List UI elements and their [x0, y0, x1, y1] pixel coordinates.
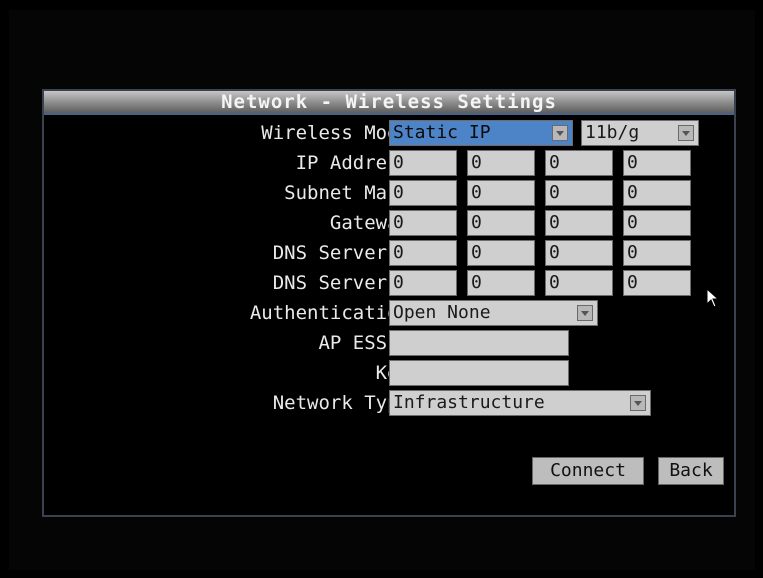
gateway-octet-3[interactable]: 0: [545, 210, 613, 236]
dns-server-1-octet-4[interactable]: 0: [623, 240, 691, 266]
chevron-down-icon[interactable]: [678, 125, 694, 141]
key-input[interactable]: [389, 360, 569, 386]
chevron-down-icon[interactable]: [552, 125, 568, 141]
subnet-mask-octet-3[interactable]: 0: [545, 180, 613, 206]
dns-server-1-octet-1[interactable]: 0: [389, 240, 457, 266]
mouse-pointer-icon: [706, 288, 720, 308]
gateway-octet-1[interactable]: 0: [389, 210, 457, 236]
dns-server-2-octet-2[interactable]: 0: [467, 270, 535, 296]
wireless-mode-value: Static IP: [393, 122, 491, 143]
band-select[interactable]: 11b/g: [581, 120, 699, 146]
network-type-value: Infrastructure: [393, 392, 545, 413]
subnet-mask-octet-1[interactable]: 0: [389, 180, 457, 206]
back-button[interactable]: Back: [658, 457, 724, 485]
chevron-down-icon[interactable]: [577, 305, 593, 321]
wireless-mode-select[interactable]: Static IP: [389, 120, 573, 146]
dialog-title: Network - Wireless Settings: [44, 91, 734, 115]
ap-essid-input[interactable]: [389, 330, 569, 356]
network-type-select[interactable]: Infrastructure: [389, 390, 651, 416]
dns-server-1-octet-3[interactable]: 0: [545, 240, 613, 266]
gateway-octet-2[interactable]: 0: [467, 210, 535, 236]
authentication-label: Authentication: [249, 302, 410, 324]
wireless-settings-dialog: Network - Wireless Settings Wireless Mod…: [42, 89, 736, 517]
ip-address-octet-1[interactable]: 0: [389, 150, 457, 176]
dns-server-1-octet-2[interactable]: 0: [467, 240, 535, 266]
dns-server-2-octet-3[interactable]: 0: [545, 270, 613, 296]
subnet-mask-octet-4[interactable]: 0: [623, 180, 691, 206]
dns-server-2-octet-1[interactable]: 0: [389, 270, 457, 296]
gateway-octet-4[interactable]: 0: [623, 210, 691, 236]
subnet-mask-octet-2[interactable]: 0: [467, 180, 535, 206]
band-value: 11b/g: [585, 122, 640, 143]
ip-address-octet-2[interactable]: 0: [467, 150, 535, 176]
authentication-select[interactable]: Open None: [389, 300, 598, 326]
ip-address-octet-4[interactable]: 0: [623, 150, 691, 176]
authentication-value: Open None: [393, 302, 491, 323]
connect-button[interactable]: Connect: [532, 457, 644, 485]
chevron-down-icon[interactable]: [630, 395, 646, 411]
ip-address-octet-3[interactable]: 0: [545, 150, 613, 176]
dns-server-2-octet-4[interactable]: 0: [623, 270, 691, 296]
wireless-mode-label: Wireless Mode: [261, 122, 410, 144]
